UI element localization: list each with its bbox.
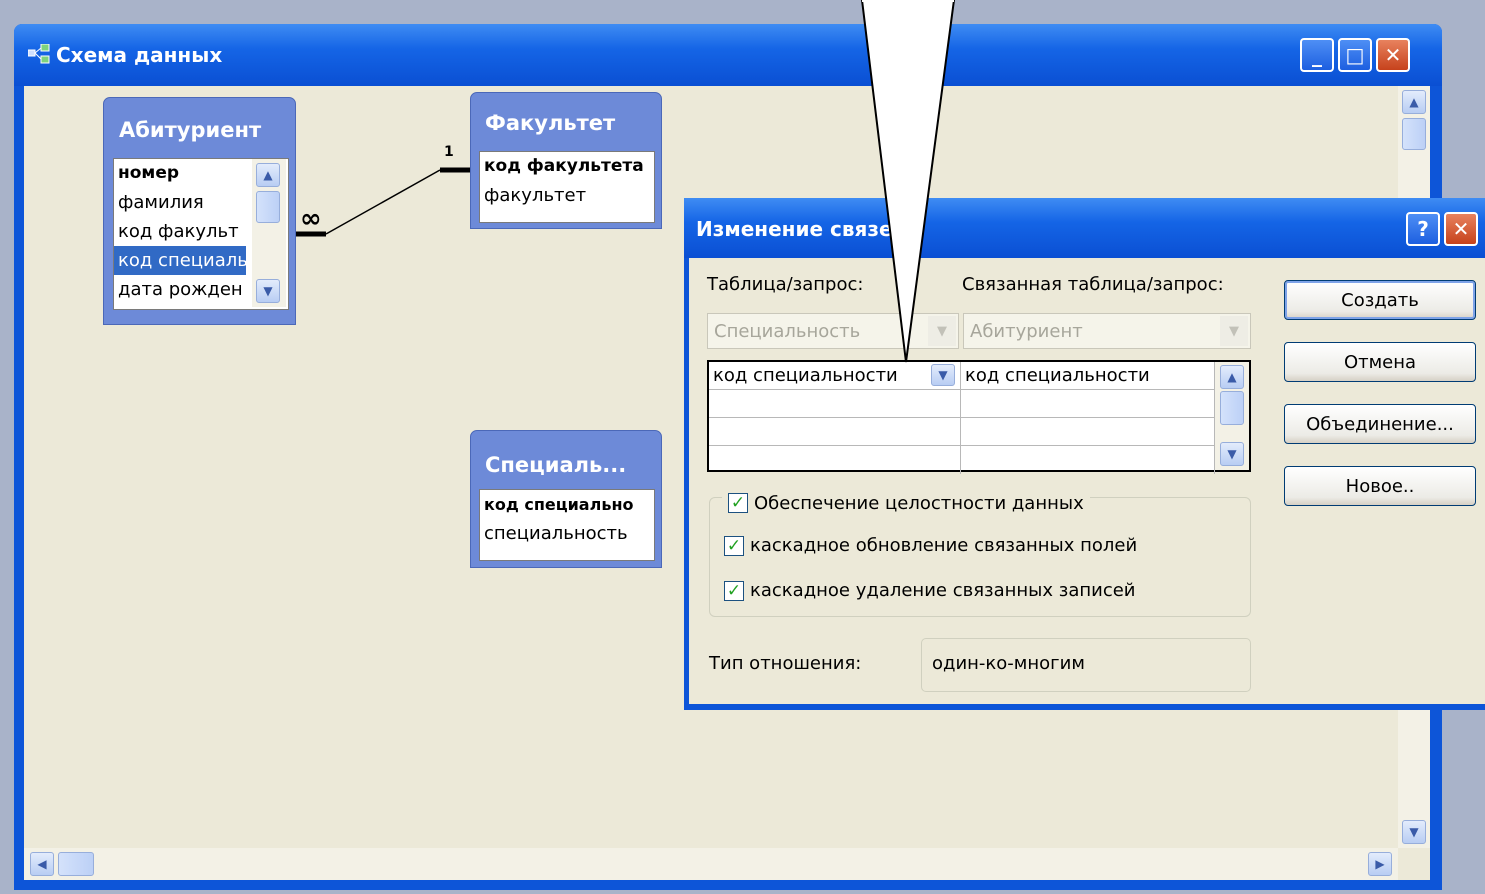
dialog-close-button[interactable]: ✕ [1444, 212, 1478, 246]
table-select-value: Специальность [714, 320, 861, 342]
relationship-one-label: 1 [444, 144, 454, 160]
relation-type-label: Тип отношения: [709, 653, 862, 674]
integrity-label: Обеспечение целостности данных [754, 492, 1084, 514]
dialog-title-bar[interactable]: Изменение связей ? ✕ [684, 198, 1485, 258]
cascade-delete-checkbox-row[interactable]: ✓ каскадное удаление связанных записей [724, 580, 1136, 601]
related-table-select[interactable]: Абитуриент ▼ [963, 313, 1251, 349]
field-mapping-grid[interactable]: код специальности ▼ код специальности ▲ … [707, 360, 1251, 474]
chevron-up-icon: ▲ [1227, 370, 1237, 384]
related-table-query-label: Связанная таблица/запрос: [962, 274, 1224, 295]
scroll-thumb[interactable] [1220, 391, 1244, 425]
close-icon: ✕ [1452, 217, 1470, 241]
chevron-down-icon: ▼ [1227, 447, 1237, 461]
table-abiturient[interactable]: Абитуриент номер фамилия код факульт код… [103, 97, 296, 325]
grid-cell[interactable] [961, 390, 1215, 418]
cascade-update-label: каскадное обновление связанных полей [750, 535, 1138, 556]
join-type-button-label: Объединение... [1306, 413, 1454, 435]
scroll-thumb[interactable] [256, 191, 280, 223]
cascade-update-checkbox-row[interactable]: ✓ каскадное обновление связанных полей [724, 535, 1137, 556]
create-new-button[interactable]: Новое.. [1284, 466, 1476, 506]
grid-cell-value: код специальности [965, 365, 1150, 386]
create-button[interactable]: Создать [1284, 280, 1476, 320]
table-specialnost[interactable]: Специаль... код специально специальность [470, 430, 662, 568]
grid-cell[interactable] [709, 390, 961, 418]
related-table-select-value: Абитуриент [970, 320, 1083, 342]
relation-type-box: один-ко-многим [921, 638, 1251, 692]
cancel-button-label: Отмена [1343, 351, 1417, 373]
table-specialnost-fields[interactable]: код специально специальность [479, 489, 655, 561]
table-specialnost-title: Специаль... [485, 453, 627, 477]
grid-scrollbar[interactable]: ▲ ▼ [1215, 362, 1249, 470]
field-item[interactable]: специальность [480, 519, 654, 548]
field-item-selected[interactable]: код специаль [114, 246, 248, 275]
table-abiturient-fields[interactable]: номер фамилия код факульт код специаль д… [113, 158, 289, 310]
checkmark-icon[interactable]: ✓ [724, 535, 744, 556]
field-item[interactable]: код специально [480, 490, 654, 519]
cascade-delete-label: каскадное удаление связанных записей [750, 580, 1136, 601]
relationship-many-label: ∞ [300, 204, 322, 234]
chevron-down-icon: ▼ [938, 368, 948, 382]
grid-cell[interactable] [961, 418, 1215, 446]
scroll-up-button[interactable]: ▲ [1220, 365, 1244, 389]
callout-pointer [860, 0, 956, 363]
table-abiturient-scrollbar[interactable]: ▲ ▼ [252, 159, 286, 307]
field-item[interactable]: факультет [480, 181, 654, 210]
grid-cell[interactable] [961, 446, 1215, 474]
integrity-checkbox-row[interactable]: ✓ Обеспечение целостности данных [722, 489, 1090, 517]
grid-cell[interactable]: код специальности [961, 362, 1215, 390]
field-item[interactable]: код факультета [480, 152, 654, 181]
relation-type-value: один-ко-многим [932, 653, 1085, 674]
table-fakultet[interactable]: Факультет код факультета факультет [470, 92, 662, 229]
scroll-down-button[interactable]: ▼ [256, 279, 280, 303]
chevron-down-icon: ▼ [263, 284, 273, 298]
scroll-down-button[interactable]: ▼ [1220, 442, 1244, 466]
table-fakultet-title: Факультет [485, 111, 616, 135]
grid-cell[interactable] [709, 446, 961, 474]
cancel-button[interactable]: Отмена [1284, 342, 1476, 382]
create-button-label: Создать [1341, 289, 1419, 311]
checkmark-icon[interactable]: ✓ [728, 493, 748, 513]
checkmark-icon[interactable]: ✓ [724, 580, 744, 601]
chevron-up-icon: ▲ [263, 168, 273, 182]
scroll-up-button[interactable]: ▲ [256, 163, 280, 187]
grid-cell[interactable] [709, 418, 961, 446]
table-fakultet-fields[interactable]: код факультета факультет [479, 151, 655, 223]
help-icon: ? [1417, 217, 1429, 241]
table-abiturient-title: Абитуриент [119, 118, 262, 142]
create-new-button-label: Новое.. [1345, 475, 1415, 497]
join-type-button[interactable]: Объединение... [1284, 404, 1476, 444]
chevron-down-icon: ▼ [1220, 316, 1248, 346]
help-button[interactable]: ? [1406, 212, 1440, 246]
table-query-label: Таблица/запрос: [707, 274, 864, 295]
